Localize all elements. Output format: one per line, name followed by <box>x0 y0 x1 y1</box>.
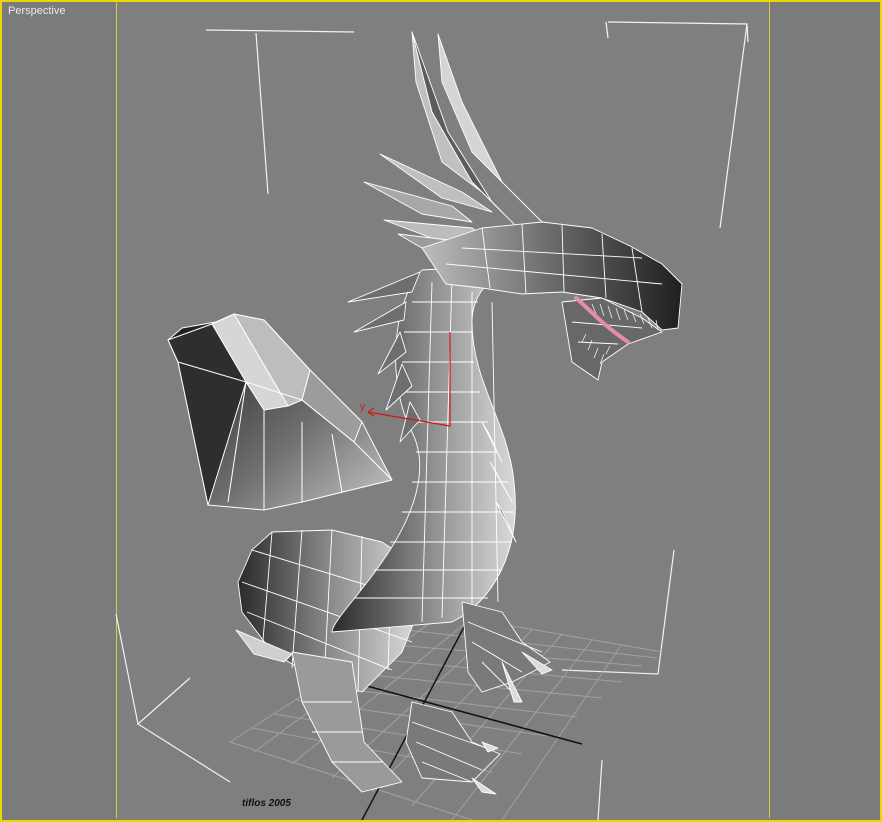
dragon-front-claws <box>405 601 553 795</box>
author-credit: tiflos 2005 <box>242 798 291 809</box>
perspective-viewport[interactable]: Perspective y tiflos 2005 <box>0 0 882 822</box>
dragon-scene[interactable]: y <box>2 2 880 820</box>
dragon-wing <box>167 313 393 511</box>
gizmo-y-label: y <box>360 402 365 413</box>
